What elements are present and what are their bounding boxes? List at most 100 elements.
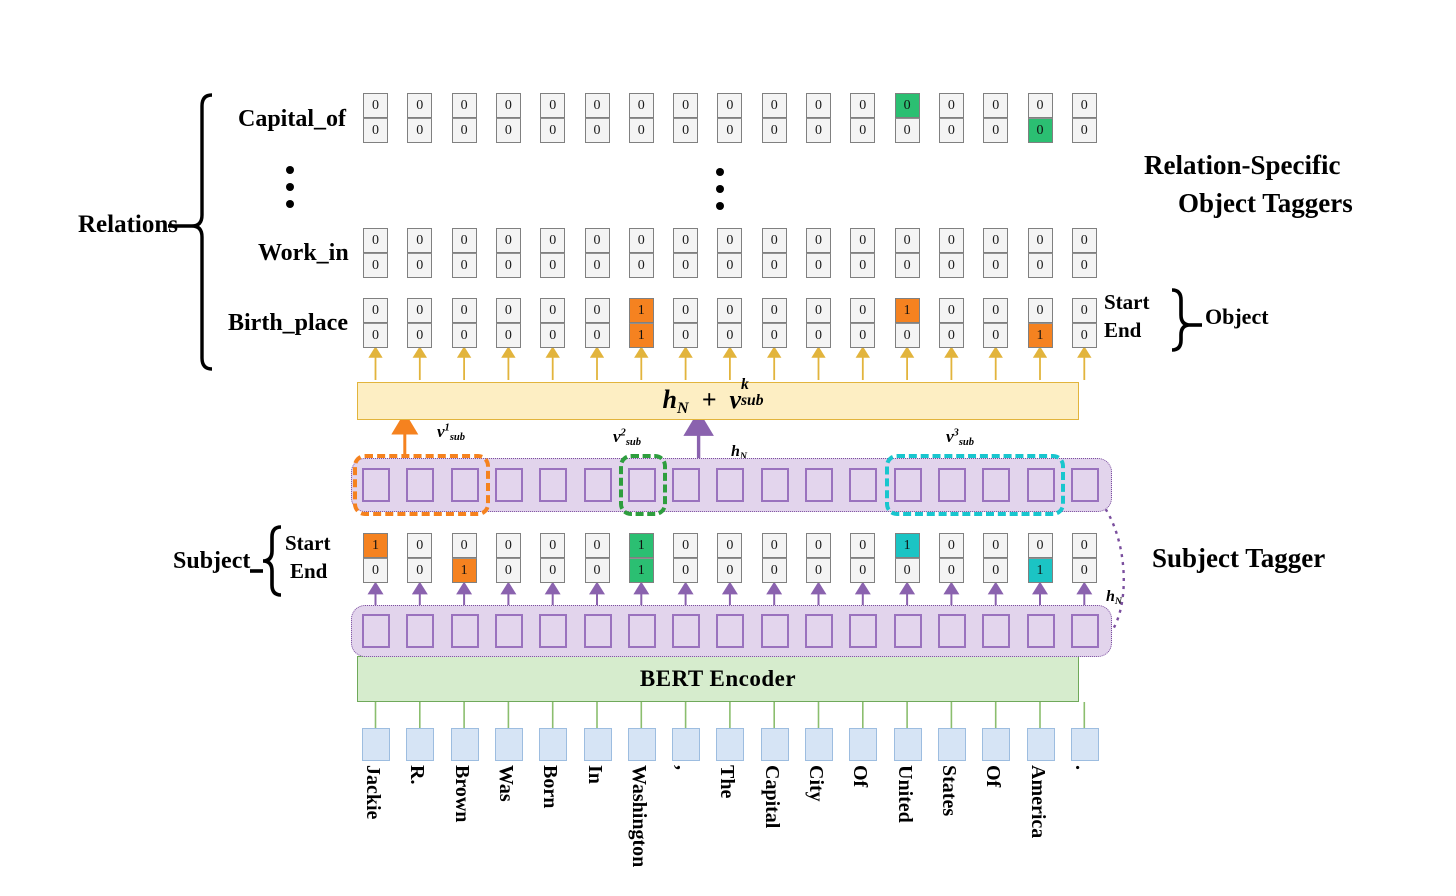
object-tagger-start-cell: 0 — [451, 93, 477, 118]
object-tagger-start-cell: 0 — [673, 298, 699, 323]
object-tagger-end-cell: 0 — [894, 323, 920, 348]
object-tagger-start-cell: 0 — [894, 228, 920, 253]
object-tagger-end-cell: 0 — [407, 253, 433, 278]
relation-name-birth-place: Birth_place — [228, 310, 348, 336]
object-tagger-end-cell: 1 — [628, 323, 654, 348]
relation-name-work-in: Work_in — [258, 240, 349, 266]
subject-tagger-end-cell: 1 — [628, 558, 654, 583]
object-tagger-cell-pair: 00 — [1027, 228, 1053, 278]
object-tagger-start-cell: 0 — [850, 228, 876, 253]
subject-tagger-end-cell: 0 — [407, 558, 433, 583]
hidden-state-cell-lower — [805, 614, 833, 648]
object-tagger-end-cell: 0 — [584, 323, 610, 348]
object-tagger-cell-pair: 00 — [407, 93, 433, 143]
object-tagger-end-cell: 0 — [983, 323, 1009, 348]
subject-tagger-start-cell: 0 — [806, 533, 831, 558]
subject-tagger-start-cell: 0 — [451, 533, 477, 558]
object-tagger-start-cell: 0 — [673, 93, 699, 118]
subject-tagger-end-cell: 0 — [540, 558, 566, 583]
object-tagger-cell-pair: 00 — [717, 298, 743, 348]
object-tagger-start-cell: 0 — [806, 298, 831, 323]
object-tagger-end-cell: 0 — [1027, 253, 1053, 278]
hidden-state-cell-upper — [539, 468, 568, 502]
object-tagger-end-cell: 0 — [673, 118, 699, 143]
object-tagger-end-cell: 0 — [938, 253, 964, 278]
object-label: Object — [1205, 304, 1269, 329]
token-embedding-box — [1070, 728, 1099, 761]
hidden-state-cell-lower — [716, 614, 745, 648]
object-tagger-end-cell: 0 — [584, 253, 610, 278]
subject-tagger-start-cell: 0 — [540, 533, 566, 558]
object-tagger-cell-pair: 00 — [628, 228, 654, 278]
object-tagger-end-cell: 0 — [850, 118, 876, 143]
relations-ellipsis-left — [286, 166, 294, 208]
hidden-state-cell-lower — [1070, 614, 1099, 648]
subject-tagger-end-cell: 0 — [717, 558, 743, 583]
token-word-label: Born — [539, 765, 562, 809]
subject-tagger-start-cell: 1 — [628, 533, 654, 558]
object-tagger-start-cell: 0 — [983, 93, 1009, 118]
object-tagger-start-cell: 0 — [717, 228, 743, 253]
object-tagger-start-cell: 0 — [584, 298, 610, 323]
object-tagger-end-cell: 0 — [584, 118, 610, 143]
object-tagger-end-cell: 1 — [1027, 323, 1053, 348]
token-embedding-box — [1026, 728, 1055, 761]
hidden-state-cell-lower — [583, 614, 612, 648]
subject-tagger-end-cell: 0 — [983, 558, 1009, 583]
subject-tagger-title: Subject Tagger — [1152, 543, 1326, 573]
object-tagger-cell-pair: 00 — [938, 298, 964, 348]
object-tagger-end-cell: 0 — [451, 118, 477, 143]
figure-canvas: Relations Capital_of Work_in Birth_place… — [0, 0, 1456, 896]
token-word-label: City — [805, 765, 827, 802]
token-embedding-box — [760, 728, 789, 761]
subject-tagger-start-cell: 0 — [495, 533, 521, 558]
token-word-label: Brown — [450, 765, 473, 823]
object-tagger-end-cell: 0 — [983, 253, 1009, 278]
object-tagger-cell-pair: 00 — [761, 298, 787, 348]
object-tagger-cell-pair: 00 — [363, 298, 388, 348]
object-tagger-start-cell: 0 — [1071, 93, 1097, 118]
subject-tagger-cell-pair: 00 — [806, 533, 831, 583]
object-tagger-end-cell: 0 — [717, 323, 743, 348]
object-tagger-start-cell: 0 — [584, 228, 610, 253]
object-tagger-cell-pair: 00 — [717, 93, 743, 143]
object-tagger-start-cell: 0 — [850, 298, 876, 323]
token-word-label: America — [1026, 765, 1049, 839]
subject-tagger-end-cell: 1 — [451, 558, 477, 583]
subject-tagger-cell-pair: 00 — [540, 533, 566, 583]
object-tagger-cell-pair: 00 — [407, 298, 433, 348]
object-tagger-cell-pair: 00 — [451, 228, 477, 278]
hidden-state-cell-upper — [716, 468, 745, 502]
object-tagger-cell-pair: 00 — [1071, 93, 1097, 143]
relations-label: Relations — [78, 211, 178, 238]
object-tagger-end-cell: 0 — [761, 253, 787, 278]
object-tagger-end-cell: 0 — [894, 118, 920, 143]
hidden-state-cell-upper — [1070, 468, 1099, 502]
object-tagger-cell-pair: 00 — [894, 228, 920, 278]
token-word-label: States — [937, 765, 960, 817]
hidden-state-cell-lower — [627, 614, 656, 648]
object-tagger-end-cell: 0 — [1071, 323, 1097, 348]
subject-tagger-end-cell: 0 — [495, 558, 521, 583]
hidden-state-cell-lower — [539, 614, 568, 648]
relation-specific-object-taggers-title-line1: Relation-Specific — [1144, 150, 1341, 180]
hidden-state-cell-upper — [494, 468, 523, 502]
object-tagger-start-cell: 0 — [363, 228, 388, 253]
token-word-label: . — [1070, 765, 1093, 770]
object-tagger-start-cell: 0 — [1071, 298, 1097, 323]
token-word-label: R. — [406, 765, 429, 785]
hidden-state-cell-lower — [406, 614, 435, 648]
object-tagger-end-cell: 0 — [363, 118, 388, 143]
object-tagger-start-cell: 0 — [761, 298, 787, 323]
token-embedding-box — [937, 728, 966, 761]
object-tagger-start-cell: 0 — [761, 93, 787, 118]
object-tagger-start-cell: 0 — [540, 228, 566, 253]
object-tagger-cell-pair: 00 — [451, 93, 477, 143]
object-tagger-start-cell: 0 — [540, 93, 566, 118]
object-tagger-cell-pair: 00 — [761, 228, 787, 278]
object-tagger-end-cell: 0 — [540, 118, 566, 143]
object-tagger-cell-pair: 00 — [1071, 298, 1097, 348]
object-tagger-cell-pair: 00 — [673, 93, 699, 143]
token-embedding-box — [627, 728, 656, 761]
object-tagger-start-cell: 0 — [1027, 93, 1053, 118]
